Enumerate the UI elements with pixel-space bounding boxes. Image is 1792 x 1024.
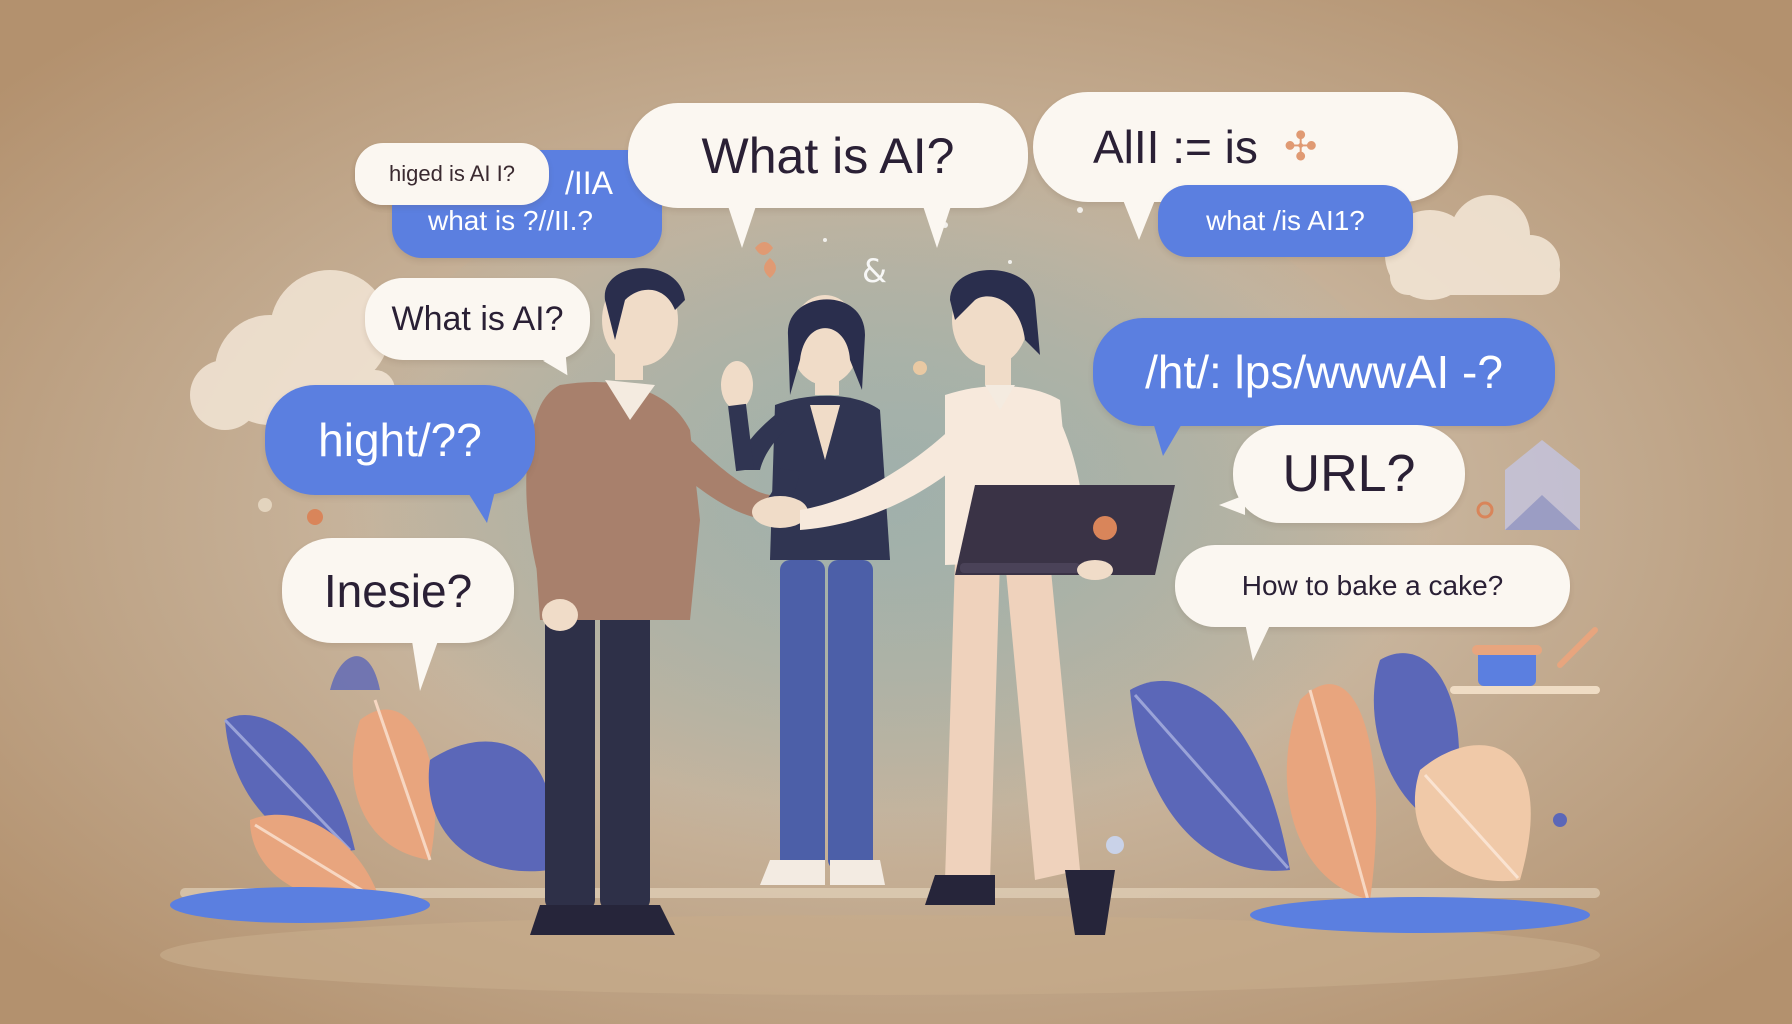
- speech-bubble-4: What is AI?: [628, 103, 1028, 248]
- speech-bubble-6-text: what /is AI1?: [1206, 205, 1365, 236]
- speech-bubble-7-text: What is AI?: [391, 299, 564, 338]
- speech-bubble-12: How to bake a cake?: [1175, 545, 1570, 661]
- speech-bubble-11-text: URL?: [1282, 445, 1416, 503]
- illustration: & /IIA what is ?//II.? higed is AI I? Wh…: [0, 0, 1792, 1024]
- speech-bubble-10-text: /ht/: lps/wwwAI -?: [1145, 346, 1503, 398]
- speech-bubble-9: Inesie?: [282, 538, 514, 691]
- speech-bubble-10: /ht/: lps/wwwAI -?: [1093, 318, 1555, 456]
- speech-bubble-2-text: /IIA: [565, 165, 614, 201]
- speech-bubble-11: URL?: [1219, 425, 1465, 523]
- speech-bubble-12-text: How to bake a cake?: [1241, 570, 1504, 601]
- speech-bubble-5-text: AlII := is: [1093, 121, 1258, 173]
- svg-text:&: &: [862, 252, 887, 290]
- speech-bubble-9-text: Inesie?: [323, 564, 473, 617]
- speech-bubble-1-top: higed is AI I?: [355, 143, 549, 205]
- speech-bubble-4-text: What is AI?: [701, 127, 955, 184]
- flower-icon: ✣: [1283, 124, 1318, 170]
- speech-bubble-6: what /is AI1?: [1158, 185, 1413, 257]
- speech-bubble-8-text: hight/??: [318, 414, 482, 466]
- speech-bubble-8: hight/??: [265, 385, 535, 523]
- speech-bubble-7: What is AI?: [365, 278, 590, 382]
- speech-bubble-3-text: what is ?//II.?: [428, 205, 593, 236]
- speech-bubble-1-label: higed is AI I?: [389, 161, 515, 186]
